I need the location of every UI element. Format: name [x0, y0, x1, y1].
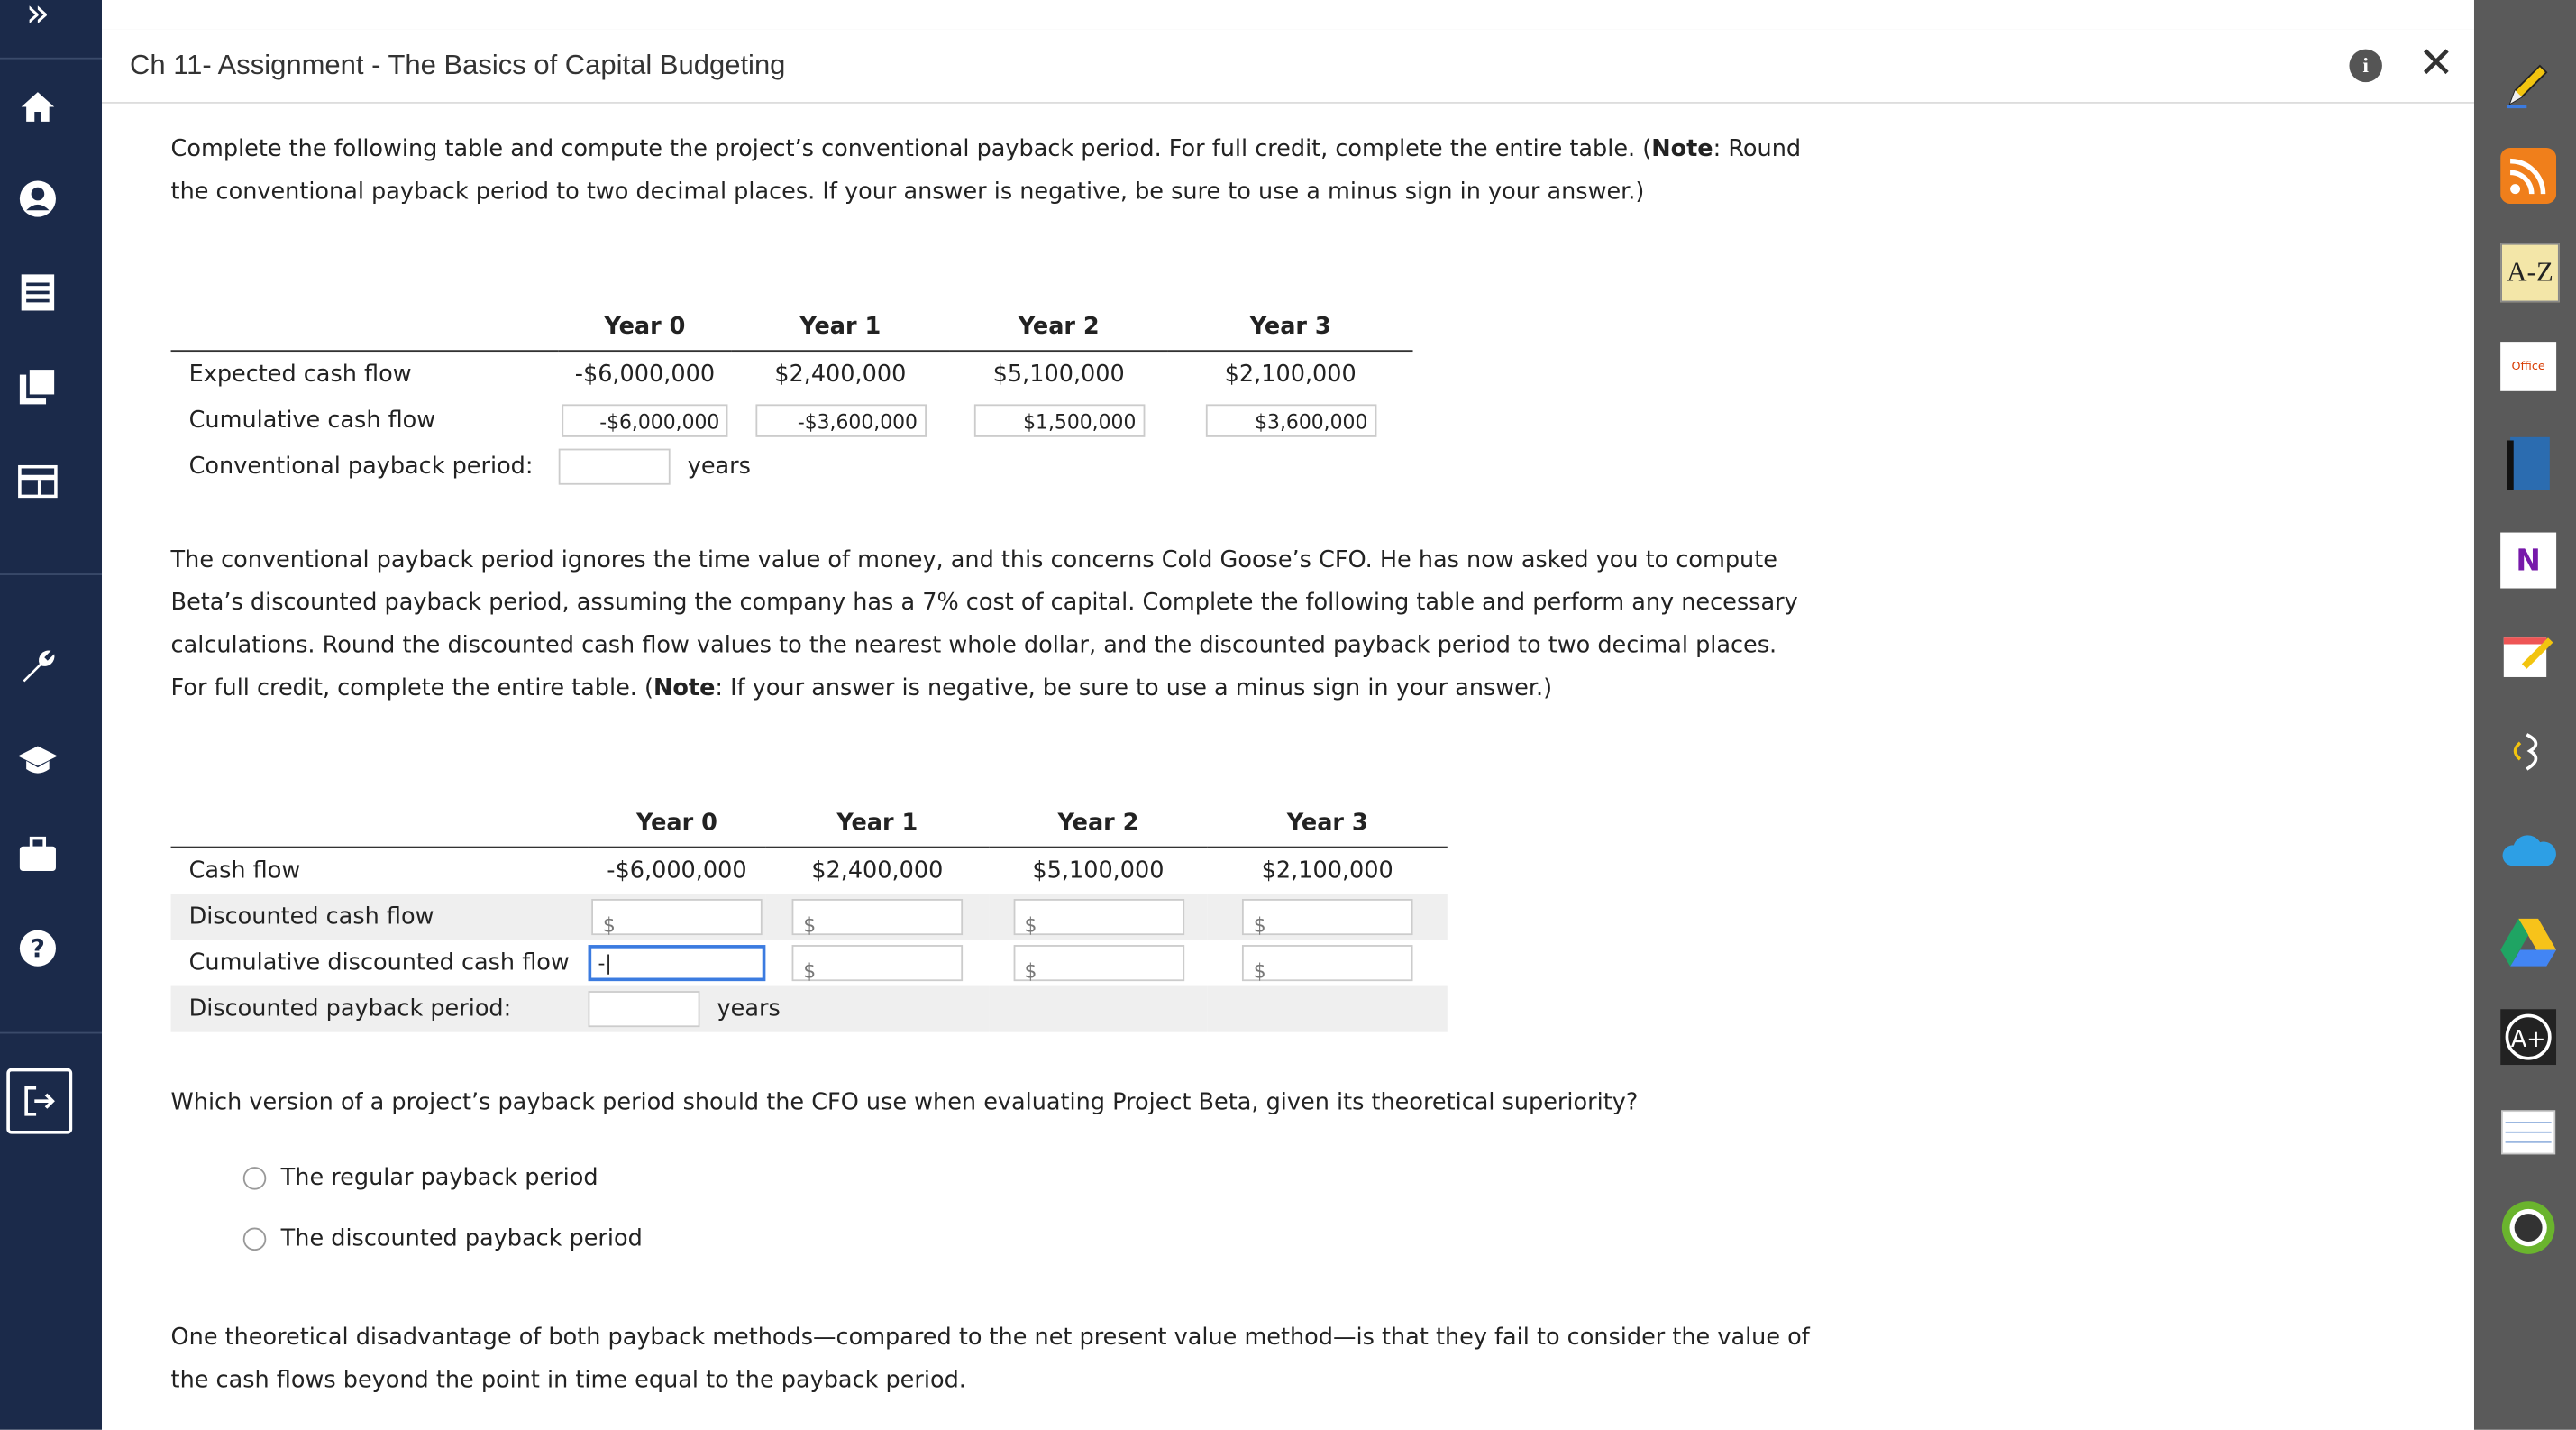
- cumulative-discounted-cash-flow-input[interactable]: $: [1241, 945, 1413, 983]
- book-app-icon[interactable]: [2500, 435, 2556, 491]
- table-cell: $2,100,000: [1261, 857, 1393, 885]
- table-row: Discounted payback period: years: [170, 985, 1448, 1032]
- column-header: Year 2: [1057, 810, 1139, 837]
- option-regular-payback[interactable]: The regular payback period: [242, 1157, 1814, 1199]
- answer-options: The regular payback period The discounte…: [242, 1157, 1814, 1260]
- table-cell: $2,400,000: [774, 361, 907, 389]
- column-header: Year 3: [1286, 810, 1368, 837]
- discounted-instructions: The conventional payback period ignores …: [170, 546, 1798, 702]
- onedrive-icon[interactable]: [2500, 821, 2556, 877]
- expand-sidebar-button[interactable]: »: [0, 0, 76, 46]
- svg-text:A+: A+: [2511, 1026, 2546, 1053]
- google-drive-icon[interactable]: [2500, 913, 2557, 969]
- card-icon[interactable]: [0, 449, 76, 515]
- radio-button[interactable]: [242, 1167, 267, 1190]
- row-label: Expected cash flow: [188, 361, 412, 389]
- table-cell: -$6,000,000: [607, 857, 747, 885]
- table-row: Cumulative cash flow -$6,000,000 -$3,600…: [171, 398, 1413, 444]
- discounted-cash-flow-input[interactable]: $: [791, 899, 964, 937]
- conventional-payback-table: Year 0 Year 1 Year 2 Year 3 Expected cas…: [170, 304, 1413, 490]
- assignment-header: Ch 11- Assignment - The Basics of Capita…: [102, 29, 2474, 104]
- graduation-cap-icon[interactable]: [0, 728, 76, 793]
- left-sidebar: » ?: [0, 0, 103, 1430]
- sidebar-divider: [0, 57, 103, 60]
- table-row: Conventional payback period: years: [171, 444, 1413, 490]
- help-icon[interactable]: ?: [0, 915, 76, 981]
- table-row: Cumulative discounted cash flow -| $ $ $: [171, 940, 1448, 986]
- discounted-payback-table: Year 0 Year 1 Year 2 Year 3 Cash flow -$…: [170, 801, 1448, 1032]
- discounted-payback-input[interactable]: [588, 991, 700, 1028]
- rss-icon[interactable]: [2500, 148, 2557, 205]
- profile-icon[interactable]: [0, 166, 76, 232]
- onenote-icon[interactable]: N: [2500, 532, 2557, 589]
- column-header: Year 0: [604, 314, 686, 341]
- sidebar-divider: [0, 1031, 103, 1034]
- row-label: Discounted payback period:: [170, 985, 589, 1032]
- conventional-payback-input[interactable]: [558, 448, 671, 485]
- row-label: Cumulative cash flow: [188, 408, 436, 435]
- grammar-icon[interactable]: A+: [2500, 1009, 2557, 1066]
- grade-icon[interactable]: [2500, 1200, 2556, 1256]
- table-row: Expected cash flow -$6,000,000 $2,400,00…: [171, 351, 1413, 398]
- discounted-cash-flow-input[interactable]: $: [1012, 899, 1184, 937]
- closing-text: One theoretical disadvantage of both pay…: [170, 1325, 1810, 1394]
- pencil-icon[interactable]: [2500, 56, 2556, 112]
- table-corner: [171, 801, 589, 848]
- row-label: Discounted cash flow: [170, 894, 589, 940]
- table-cell: $5,100,000: [1032, 857, 1165, 885]
- exit-icon[interactable]: [6, 1068, 73, 1134]
- home-icon[interactable]: [0, 74, 76, 140]
- row-label: Conventional payback period:: [188, 454, 534, 481]
- question-text: Which version of a project’s payback per…: [170, 1089, 1639, 1116]
- office-icon[interactable]: Office: [2500, 342, 2557, 391]
- column-header: Year 3: [1249, 314, 1331, 341]
- wrench-icon[interactable]: [0, 633, 76, 699]
- cumulative-cash-flow-input[interactable]: -$6,000,000: [562, 404, 728, 437]
- table-cell: $2,400,000: [811, 857, 944, 885]
- notebook-icon[interactable]: [2500, 1105, 2556, 1160]
- option-discounted-payback[interactable]: The discounted payback period: [242, 1218, 1814, 1260]
- table-row: Discounted cash flow $ $ $ $: [170, 894, 1448, 940]
- table-cell: $2,100,000: [1224, 361, 1357, 389]
- intro-instructions: Complete the following table and compute…: [170, 136, 1802, 206]
- cumulative-cash-flow-input[interactable]: $3,600,000: [1204, 404, 1376, 437]
- column-header: Year 1: [799, 314, 882, 341]
- svg-text:?: ?: [31, 935, 45, 963]
- column-header: Year 1: [836, 810, 918, 837]
- briefcase-icon[interactable]: [0, 821, 76, 887]
- table-row: Cash flow -$6,000,000 $2,400,000 $5,100,…: [171, 848, 1448, 894]
- years-unit: years: [687, 454, 751, 481]
- cumulative-cash-flow-input[interactable]: $1,500,000: [973, 404, 1145, 437]
- column-header: Year 0: [635, 810, 717, 837]
- readspeaker-icon[interactable]: [2500, 723, 2556, 779]
- sidebar-divider: [0, 573, 103, 575]
- row-label: Cash flow: [188, 857, 301, 885]
- page-title: Ch 11- Assignment - The Basics of Capita…: [129, 49, 786, 81]
- close-icon[interactable]: ✕: [2418, 40, 2454, 89]
- cumulative-discounted-cash-flow-input[interactable]: $: [1012, 945, 1184, 983]
- row-label: Cumulative discounted cash flow: [188, 949, 570, 976]
- discounted-cash-flow-input[interactable]: $: [1241, 899, 1413, 937]
- discounted-cash-flow-input[interactable]: $: [591, 899, 763, 937]
- assignment-content: Complete the following table and compute…: [170, 128, 1814, 1402]
- cumulative-discounted-cash-flow-input-focused[interactable]: -|: [588, 945, 766, 982]
- right-sidebar: A-Z Office N A+: [2473, 0, 2576, 1430]
- years-unit: years: [717, 995, 781, 1022]
- cumulative-discounted-cash-flow-input[interactable]: $: [791, 945, 964, 983]
- table-cell: -$6,000,000: [574, 361, 716, 389]
- az-dictionary-icon[interactable]: A-Z: [2500, 243, 2560, 303]
- cumulative-cash-flow-input[interactable]: -$3,600,000: [754, 404, 927, 437]
- list-icon[interactable]: [0, 260, 76, 325]
- info-icon[interactable]: i: [2349, 49, 2382, 83]
- option-label: The discounted payback period: [280, 1225, 643, 1252]
- book-icon[interactable]: [0, 353, 76, 419]
- column-header: Year 2: [1018, 314, 1100, 341]
- option-label: The regular payback period: [280, 1165, 598, 1192]
- table-corner: [171, 304, 559, 351]
- radio-button[interactable]: [242, 1227, 267, 1251]
- table-cell: $5,100,000: [992, 361, 1125, 389]
- note-edit-icon[interactable]: [2500, 628, 2556, 683]
- top-strip: [102, 0, 2474, 32]
